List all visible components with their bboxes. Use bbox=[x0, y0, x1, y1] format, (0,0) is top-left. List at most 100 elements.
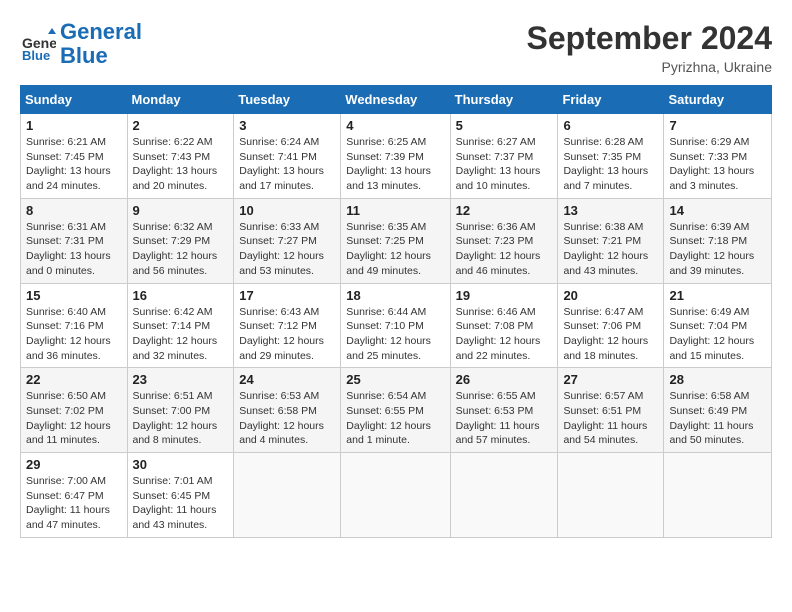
day-number: 29 bbox=[26, 457, 122, 472]
day-info: Sunrise: 6:46 AM Sunset: 7:08 PM Dayligh… bbox=[456, 305, 553, 364]
calendar-day-cell: 21 Sunrise: 6:49 AM Sunset: 7:04 PM Dayli… bbox=[664, 283, 772, 368]
day-info: Sunrise: 7:01 AM Sunset: 6:45 PM Dayligh… bbox=[133, 474, 229, 533]
calendar-day-cell: 1Sunrise: 6:21 AM Sunset: 7:45 PM Daylig… bbox=[21, 114, 128, 199]
calendar-day-cell: 25Sunrise: 6:54 AM Sunset: 6:55 PM Dayli… bbox=[341, 368, 450, 453]
day-info: Sunrise: 6:35 AM Sunset: 7:25 PM Dayligh… bbox=[346, 220, 444, 279]
calendar-day-cell: 12 Sunrise: 6:36 AM Sunset: 7:23 PM Dayli… bbox=[450, 198, 558, 283]
day-info: Sunrise: 7:00 AM Sunset: 6:47 PM Dayligh… bbox=[26, 474, 122, 533]
day-number: 6 bbox=[563, 118, 658, 133]
calendar-day-cell: 4Sunrise: 6:25 AM Sunset: 7:39 PM Daylig… bbox=[341, 114, 450, 199]
svg-text:Blue: Blue bbox=[22, 48, 50, 62]
calendar-day-cell: 13 Sunrise: 6:38 AM Sunset: 7:21 PM Dayli… bbox=[558, 198, 664, 283]
day-info: Sunrise: 6:39 AM Sunset: 7:18 PM Dayligh… bbox=[669, 220, 766, 279]
day-number: 8 bbox=[26, 203, 122, 218]
calendar-day-cell: 17 Sunrise: 6:43 AM Sunset: 7:12 PM Dayli… bbox=[234, 283, 341, 368]
calendar-day-cell: 26 Sunrise: 6:55 AM Sunset: 6:53 PM Dayli… bbox=[450, 368, 558, 453]
calendar-day-cell: 18 Sunrise: 6:44 AM Sunset: 7:10 PM Dayli… bbox=[341, 283, 450, 368]
day-info: Sunrise: 6:31 AM Sunset: 7:31 PM Dayligh… bbox=[26, 220, 122, 279]
day-info: Sunrise: 6:51 AM Sunset: 7:00 PM Dayligh… bbox=[133, 389, 229, 448]
day-info: Sunrise: 6:36 AM Sunset: 7:23 PM Dayligh… bbox=[456, 220, 553, 279]
day-info: Sunrise: 6:53 AM Sunset: 6:58 PM Dayligh… bbox=[239, 389, 335, 448]
calendar-header-row: SundayMondayTuesdayWednesdayThursdayFrid… bbox=[21, 86, 772, 114]
calendar-day-cell: 16 Sunrise: 6:42 AM Sunset: 7:14 PM Dayli… bbox=[127, 283, 234, 368]
logo-icon: General Blue bbox=[20, 26, 56, 62]
day-number: 18 bbox=[346, 288, 444, 303]
day-number: 21 bbox=[669, 288, 766, 303]
weekday-header: Sunday bbox=[21, 86, 128, 114]
day-number: 10 bbox=[239, 203, 335, 218]
calendar-week-row: 29 Sunrise: 7:00 AM Sunset: 6:47 PM Dayli… bbox=[21, 453, 772, 538]
day-info: Sunrise: 6:50 AM Sunset: 7:02 PM Dayligh… bbox=[26, 389, 122, 448]
month-title: September 2024 bbox=[527, 20, 772, 57]
day-number: 27 bbox=[563, 372, 658, 387]
day-info: Sunrise: 6:33 AM Sunset: 7:27 PM Dayligh… bbox=[239, 220, 335, 279]
day-number: 1 bbox=[26, 118, 122, 133]
day-number: 14 bbox=[669, 203, 766, 218]
calendar-week-row: 22 Sunrise: 6:50 AM Sunset: 7:02 PM Dayli… bbox=[21, 368, 772, 453]
day-number: 23 bbox=[133, 372, 229, 387]
day-info: Sunrise: 6:22 AM Sunset: 7:43 PM Dayligh… bbox=[133, 135, 229, 194]
calendar-table: SundayMondayTuesdayWednesdayThursdayFrid… bbox=[20, 85, 772, 538]
day-number: 19 bbox=[456, 288, 553, 303]
day-info: Sunrise: 6:42 AM Sunset: 7:14 PM Dayligh… bbox=[133, 305, 229, 364]
subtitle: Pyrizhna, Ukraine bbox=[527, 59, 772, 75]
calendar-day-cell: 14 Sunrise: 6:39 AM Sunset: 7:18 PM Dayli… bbox=[664, 198, 772, 283]
calendar-empty-cell bbox=[558, 453, 664, 538]
day-info: Sunrise: 6:54 AM Sunset: 6:55 PM Dayligh… bbox=[346, 389, 444, 448]
day-info: Sunrise: 6:43 AM Sunset: 7:12 PM Dayligh… bbox=[239, 305, 335, 364]
logo: General Blue GeneralBlue bbox=[20, 20, 142, 68]
calendar-day-cell: 29 Sunrise: 7:00 AM Sunset: 6:47 PM Dayli… bbox=[21, 453, 128, 538]
calendar-week-row: 1Sunrise: 6:21 AM Sunset: 7:45 PM Daylig… bbox=[21, 114, 772, 199]
day-number: 22 bbox=[26, 372, 122, 387]
day-info: Sunrise: 6:49 AM Sunset: 7:04 PM Dayligh… bbox=[669, 305, 766, 364]
day-info: Sunrise: 6:57 AM Sunset: 6:51 PM Dayligh… bbox=[563, 389, 658, 448]
calendar-empty-cell bbox=[450, 453, 558, 538]
day-info: Sunrise: 6:55 AM Sunset: 6:53 PM Dayligh… bbox=[456, 389, 553, 448]
day-number: 11 bbox=[346, 203, 444, 218]
calendar-empty-cell bbox=[341, 453, 450, 538]
calendar-day-cell: 19 Sunrise: 6:46 AM Sunset: 7:08 PM Dayli… bbox=[450, 283, 558, 368]
day-number: 17 bbox=[239, 288, 335, 303]
day-number: 9 bbox=[133, 203, 229, 218]
calendar-day-cell: 8 Sunrise: 6:31 AM Sunset: 7:31 PM Daylig… bbox=[21, 198, 128, 283]
weekday-header: Thursday bbox=[450, 86, 558, 114]
calendar-day-cell: 11 Sunrise: 6:35 AM Sunset: 7:25 PM Dayli… bbox=[341, 198, 450, 283]
day-info: Sunrise: 6:24 AM Sunset: 7:41 PM Dayligh… bbox=[239, 135, 335, 194]
day-info: Sunrise: 6:29 AM Sunset: 7:33 PM Dayligh… bbox=[669, 135, 766, 194]
day-info: Sunrise: 6:32 AM Sunset: 7:29 PM Dayligh… bbox=[133, 220, 229, 279]
day-number: 3 bbox=[239, 118, 335, 133]
day-info: Sunrise: 6:44 AM Sunset: 7:10 PM Dayligh… bbox=[346, 305, 444, 364]
logo-text: GeneralBlue bbox=[60, 20, 142, 68]
day-number: 13 bbox=[563, 203, 658, 218]
day-info: Sunrise: 6:38 AM Sunset: 7:21 PM Dayligh… bbox=[563, 220, 658, 279]
day-info: Sunrise: 6:58 AM Sunset: 6:49 PM Dayligh… bbox=[669, 389, 766, 448]
calendar-day-cell: 3 Sunrise: 6:24 AM Sunset: 7:41 PM Daylig… bbox=[234, 114, 341, 199]
day-number: 24 bbox=[239, 372, 335, 387]
calendar-day-cell: 23 Sunrise: 6:51 AM Sunset: 7:00 PM Dayli… bbox=[127, 368, 234, 453]
day-number: 4 bbox=[346, 118, 444, 133]
day-number: 30 bbox=[133, 457, 229, 472]
day-number: 16 bbox=[133, 288, 229, 303]
day-number: 12 bbox=[456, 203, 553, 218]
calendar-empty-cell bbox=[664, 453, 772, 538]
weekday-header: Wednesday bbox=[341, 86, 450, 114]
day-number: 26 bbox=[456, 372, 553, 387]
weekday-header: Tuesday bbox=[234, 86, 341, 114]
calendar-day-cell: 20Sunrise: 6:47 AM Sunset: 7:06 PM Dayli… bbox=[558, 283, 664, 368]
weekday-header: Saturday bbox=[664, 86, 772, 114]
calendar-day-cell: 7 Sunrise: 6:29 AM Sunset: 7:33 PM Daylig… bbox=[664, 114, 772, 199]
day-number: 7 bbox=[669, 118, 766, 133]
calendar-day-cell: 24 Sunrise: 6:53 AM Sunset: 6:58 PM Dayli… bbox=[234, 368, 341, 453]
day-number: 20 bbox=[563, 288, 658, 303]
title-block: September 2024 Pyrizhna, Ukraine bbox=[527, 20, 772, 75]
calendar-day-cell: 28Sunrise: 6:58 AM Sunset: 6:49 PM Dayli… bbox=[664, 368, 772, 453]
calendar-day-cell: 27 Sunrise: 6:57 AM Sunset: 6:51 PM Dayli… bbox=[558, 368, 664, 453]
calendar-day-cell: 15Sunrise: 6:40 AM Sunset: 7:16 PM Dayli… bbox=[21, 283, 128, 368]
calendar-week-row: 8 Sunrise: 6:31 AM Sunset: 7:31 PM Daylig… bbox=[21, 198, 772, 283]
page-header: General Blue GeneralBlue September 2024 … bbox=[20, 20, 772, 75]
calendar-day-cell: 6Sunrise: 6:28 AM Sunset: 7:35 PM Daylig… bbox=[558, 114, 664, 199]
calendar-day-cell: 2Sunrise: 6:22 AM Sunset: 7:43 PM Daylig… bbox=[127, 114, 234, 199]
day-number: 5 bbox=[456, 118, 553, 133]
calendar-day-cell: 10 Sunrise: 6:33 AM Sunset: 7:27 PM Dayli… bbox=[234, 198, 341, 283]
weekday-header: Friday bbox=[558, 86, 664, 114]
